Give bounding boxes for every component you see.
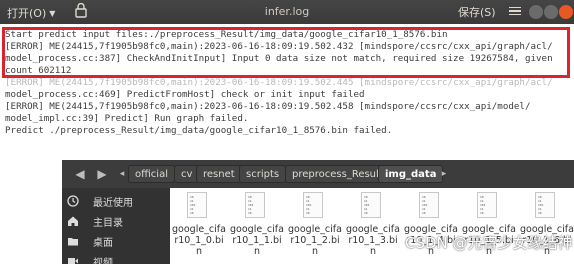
binary-file-icon: 10 11 101 11 10: [187, 192, 207, 218]
file-item[interactable]: 10 11 101 11 10 google_cifar10_1_1.bin: [230, 188, 284, 264]
log-line: model_impl.cc:39] Predict] Run graph fai…: [5, 113, 249, 124]
open-label: 打开(O): [7, 7, 47, 20]
save-label: 保存(S): [458, 6, 496, 19]
log-line: Predict ./preprocess_Result/img_data/goo…: [5, 125, 393, 136]
open-menu-button[interactable]: 打开(O) ▼: [7, 5, 55, 21]
video-icon: [68, 258, 78, 264]
log-line: Start predict input files:./preprocess_R…: [5, 29, 448, 40]
file-item[interactable]: 10 11 101 11 10 google_cifar10_1_6.bin: [520, 188, 574, 264]
hamburger-menu-icon[interactable]: [508, 4, 522, 18]
file-name: google_cifar10_1_0.bin: [172, 224, 226, 257]
forward-arrow-icon[interactable]: ▶: [94, 166, 110, 182]
file-grid: 10 11 101 11 10 google_cifar10_1_0.bin 1…: [170, 188, 574, 264]
file-item[interactable]: 10 11 101 11 10 google_cifar10_1_0.bin: [172, 188, 226, 264]
binary-file-icon: 10 11 101 11 10: [477, 192, 497, 218]
binary-file-icon: 10 11 101 11 10: [245, 192, 265, 218]
binary-file-icon: 10 11 101 11 10: [361, 192, 381, 218]
sidebar-item-home[interactable]: 主目录: [62, 210, 170, 232]
sidebar-item-label: 主目录: [93, 217, 123, 229]
file-name: google_cifar10_1_6.bin: [520, 224, 574, 257]
breadcrumb-official[interactable]: official: [128, 165, 175, 183]
file-name: google_cifar10_1_1.bin: [230, 224, 284, 257]
path-right-arrow-icon[interactable]: ▸: [436, 166, 452, 182]
maximize-button[interactable]: [544, 5, 558, 19]
sidebar-item-videos[interactable]: 视频: [62, 250, 170, 264]
sidebar-item-recent[interactable]: 最近使用: [62, 190, 170, 212]
log-line: model_process.cc:387] CheckAndInitInput]…: [5, 53, 553, 64]
log-line: model_process.cc:469] PredictFromHost] c…: [5, 89, 365, 100]
back-arrow-icon[interactable]: ◀: [72, 166, 88, 182]
save-button[interactable]: 保存(S): [452, 3, 502, 21]
new-document-icon[interactable]: [72, 3, 90, 21]
file-name: google_cifar10_1_2.bin: [288, 224, 342, 257]
breadcrumb-resnet[interactable]: resnet: [196, 165, 242, 183]
sidebar-item-label: 最近使用: [93, 197, 133, 209]
home-icon: [68, 216, 78, 226]
minimize-button[interactable]: [529, 5, 543, 19]
breadcrumb-scripts[interactable]: scripts: [239, 165, 287, 183]
file-item[interactable]: 10 11 101 11 10 google_cifar10_1_2.bin: [288, 188, 342, 264]
sidebar-item-label: 桌面: [93, 237, 113, 249]
file-name: google_cifar10_1_5.bin: [462, 224, 516, 257]
titlebar: 打开(O) ▼ infer.log 保存(S): [0, 0, 574, 24]
breadcrumb-preprocess-result[interactable]: preprocess_Result: [285, 165, 390, 183]
file-item[interactable]: 10 11 101 11 10 google_cifar10_1_4.bin: [404, 188, 458, 264]
log-line: [ERROR] ME(24415,7f1905b98fc0,main):2023…: [5, 41, 553, 52]
sidebar-item-label: 视频: [93, 257, 113, 264]
binary-file-icon: 10 11 101 11 10: [303, 192, 323, 218]
log-line: [ERROR] ME(24415,7f1905b98fc0,main):2023…: [5, 101, 531, 112]
breadcrumb-img-data[interactable]: img_data: [378, 165, 444, 183]
file-name: google_cifar10_1_4.bin: [404, 224, 458, 257]
close-button[interactable]: [559, 5, 573, 19]
binary-file-icon: 10 11 101 11 10: [419, 192, 439, 218]
sidebar-item-desktop[interactable]: 桌面: [62, 230, 170, 252]
file-name: google_cifar10_1_3.bin: [346, 224, 400, 257]
file-manager-toolbar: ◀ ▶ ◂ official cv resnet scripts preproc…: [62, 160, 574, 188]
file-item[interactable]: 10 11 101 11 10 google_cifar10_1_3.bin: [346, 188, 400, 264]
file-item[interactable]: 10 11 101 11 10 google_cifar10_1_5.bin: [462, 188, 516, 264]
log-line: count 602112: [5, 65, 72, 76]
log-line-partial: [ERROR] ME(24415,7f1905b98fc0,main):2023…: [5, 77, 553, 88]
sidebar: 最近使用 主目录 桌面 视频: [62, 188, 170, 264]
folder-icon: [68, 238, 78, 246]
binary-file-icon: 10 11 101 11 10: [535, 192, 555, 218]
file-manager-window: ◀ ▶ ◂ official cv resnet scripts preproc…: [62, 160, 574, 264]
clock-icon: [67, 195, 79, 207]
chevron-down-icon: ▼: [49, 8, 56, 18]
